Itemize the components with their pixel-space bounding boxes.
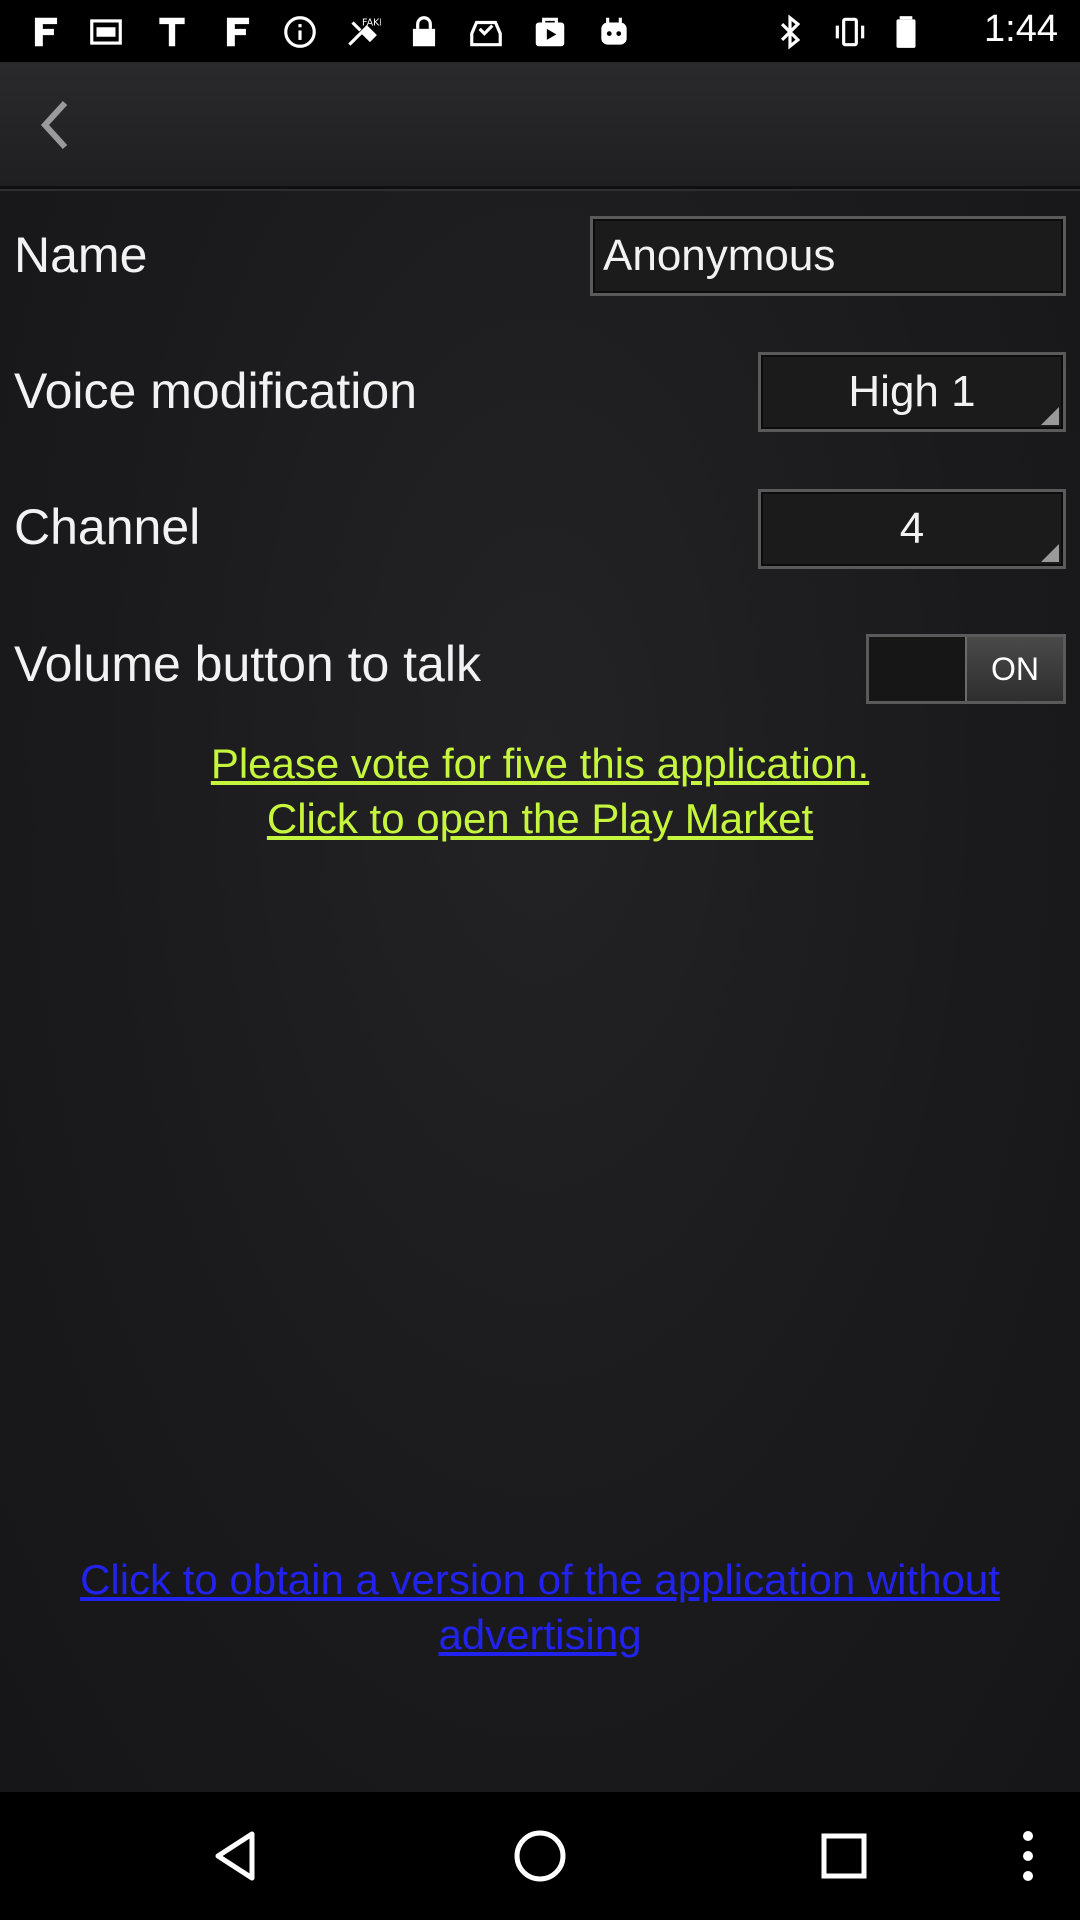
robot-icon	[594, 12, 634, 52]
vote-link-line2: Click to open the Play Market	[266, 795, 814, 842]
overflow-menu-icon	[1023, 1831, 1033, 1881]
toggle-knob: ON	[965, 637, 1063, 701]
dropdown-corner-icon	[1041, 544, 1059, 562]
screen: FAKE 1:44	[0, 0, 1080, 1920]
name-value: Anonymous	[603, 231, 836, 280]
app-content: Name Anonymous Voice modification High 1…	[0, 62, 1080, 1792]
no-ads-link[interactable]: Click to obtain a version of the applica…	[0, 1552, 1080, 1662]
inbox-check-icon	[466, 12, 506, 52]
navigation-bar	[0, 1792, 1080, 1920]
no-ads-link-line1: Click to obtain a version of the applica…	[80, 1556, 1000, 1603]
status-bar: FAKE 1:44	[0, 0, 1080, 62]
text-icon	[152, 12, 192, 52]
name-label: Name	[14, 227, 148, 283]
action-bar	[0, 62, 1080, 189]
vibrate-icon	[830, 12, 870, 52]
svg-text:FAKE: FAKE	[362, 18, 381, 29]
no-ads-link-line2: advertising	[438, 1611, 642, 1658]
overflow-menu-button[interactable]	[988, 1816, 1068, 1896]
voice-modification-spinner[interactable]: High 1	[758, 352, 1066, 432]
channel-label: Channel	[14, 499, 201, 555]
dropdown-corner-icon	[1041, 407, 1059, 425]
chevron-left-icon	[40, 100, 68, 150]
notification-icon	[86, 12, 126, 52]
clock: 1:44	[984, 8, 1058, 50]
vote-link-line1: Please vote for five this application.	[210, 740, 870, 787]
channel-value: 4	[899, 504, 925, 553]
battery-icon	[886, 12, 926, 52]
play-store-icon	[530, 12, 570, 52]
bluetooth-icon	[770, 12, 810, 52]
back-button[interactable]	[20, 90, 90, 160]
app-icon	[218, 12, 258, 52]
recents-square-icon	[821, 1833, 867, 1879]
nav-recents-button[interactable]	[804, 1816, 884, 1896]
nav-back-button[interactable]	[196, 1816, 276, 1896]
back-triangle-icon	[215, 1831, 255, 1881]
home-circle-icon	[514, 1830, 566, 1882]
volume-button-toggle[interactable]: ON	[866, 634, 1066, 704]
volume-button-label: Volume button to talk	[14, 636, 481, 692]
voice-modification-label: Voice modification	[14, 363, 418, 419]
app-icon	[26, 12, 66, 52]
toggle-state: ON	[991, 650, 1039, 687]
info-icon	[280, 12, 320, 52]
lock-icon	[404, 12, 444, 52]
nav-home-button[interactable]	[500, 1816, 580, 1896]
channel-spinner[interactable]: 4	[758, 489, 1066, 569]
vote-link[interactable]: Please vote for five this application. C…	[0, 736, 1080, 846]
fake-gps-icon: FAKE	[342, 12, 382, 52]
name-field[interactable]: Anonymous	[590, 216, 1066, 296]
voice-modification-value: High 1	[848, 367, 976, 416]
